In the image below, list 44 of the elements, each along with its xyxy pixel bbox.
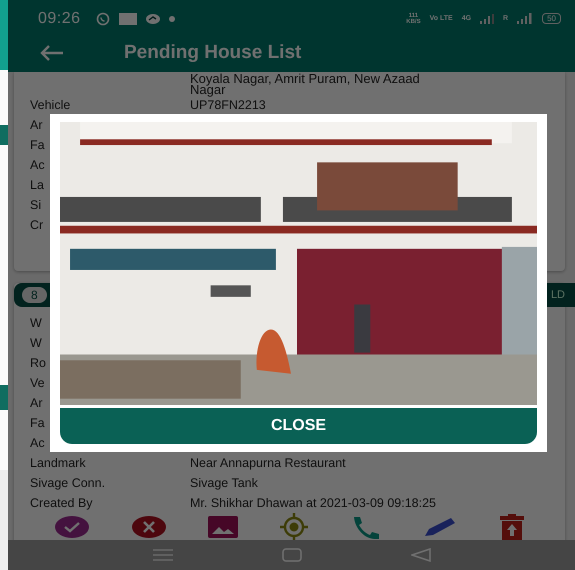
field-label: Cr [29,218,44,232]
field-label: Fa [29,416,46,430]
chat-icon [96,12,110,26]
field-label: La [29,178,45,192]
square-icon [118,12,137,24]
field-label: Ro [29,356,47,370]
close-button[interactable]: CLOSE [60,408,537,444]
field-label: Ar [29,118,44,132]
circle-icon [146,14,160,24]
back-icon[interactable] [410,548,430,562]
reject-icon[interactable] [132,516,166,538]
field-label: Ar [29,396,44,410]
approve-icon[interactable] [55,516,90,538]
image-icon[interactable] [208,516,238,538]
target-icon[interactable] [280,513,308,540]
field-label: Si [29,198,42,212]
field-label: Ac [29,436,46,450]
battery-level: 50 [542,13,561,24]
pencil-icon[interactable] [423,516,458,538]
trash-icon[interactable] [500,514,524,540]
field-label: Vehicle [29,98,72,112]
field-value: Near Annapurna Restaurant [190,456,346,470]
field-label: Fa [29,138,46,152]
field-label: Created By [29,496,94,510]
dot-icon [168,16,175,22]
screen-title: Pending House List [124,42,302,64]
record-status: LD [550,289,565,301]
field-value: Sivage Tank [190,476,258,490]
field-value: Mr. Shikhar Dhawan at 2021-03-09 09:18:25 [190,496,436,510]
signal-icon [517,13,534,24]
address-value: Koyala Nagar, Amrit Puram, New Azaad Nagar [189,72,421,95]
record-number: 8 [22,287,47,303]
menu-icon[interactable] [152,549,172,561]
field-label: W [29,316,43,330]
clock-time: 09:26 [38,10,81,28]
field-label: Sivage Conn. [29,476,106,490]
back-icon[interactable] [40,44,64,60]
field-label: W [29,336,43,350]
home-icon[interactable] [282,548,302,562]
field-label: Ac [29,158,46,172]
signal-icon [480,14,494,24]
field-label: Landmark [29,456,87,470]
field-value: UP78FN2213 [190,98,266,112]
field-label: Ve [29,376,46,390]
